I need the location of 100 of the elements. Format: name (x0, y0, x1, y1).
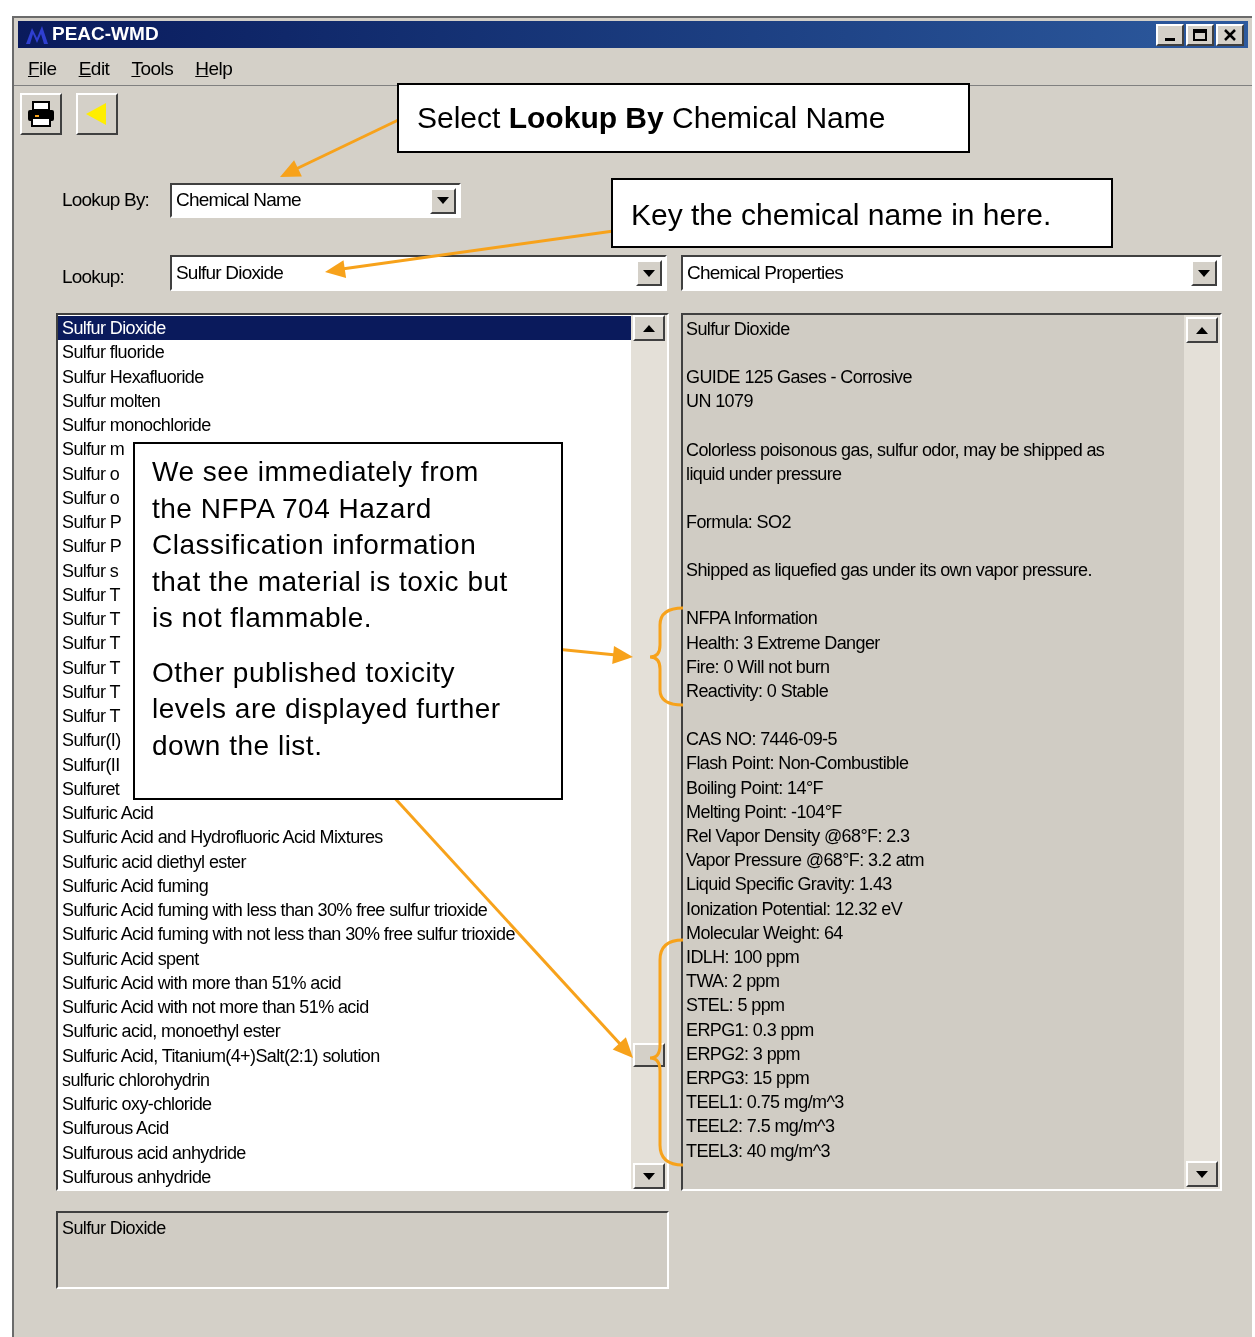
scroll-button[interactable] (1186, 317, 1218, 343)
print-button[interactable] (20, 93, 62, 135)
list-item[interactable]: Sulfur T (58, 679, 120, 704)
property-text: Molecular Weight: 64 (686, 921, 844, 945)
list-item[interactable]: Sulfurous acid anhydride (58, 1140, 246, 1165)
list-item[interactable]: Sulfuric Acid with not more than 51% acid (58, 995, 369, 1020)
lookup-by-label: Lookup By: (62, 188, 151, 213)
list-item[interactable]: Sulfur T (58, 607, 120, 632)
list-item[interactable]: Sulfur(II (58, 752, 120, 777)
maximize-icon (1193, 28, 1207, 41)
down-arrow-icon (1196, 1170, 1208, 1178)
scroll-button[interactable] (1186, 1161, 1218, 1187)
logo-icon (26, 25, 48, 44)
list-item[interactable]: Sulfuric Acid fuming with less than 30% free sulfur trioxide (58, 898, 488, 923)
scrollbar[interactable] (1184, 315, 1220, 1189)
callout-text: Key the chemical name in here. (631, 197, 1053, 233)
list-item[interactable]: Sulfur o (58, 461, 120, 486)
menu-item[interactable]: Help (195, 55, 233, 84)
back-button[interactable] (76, 93, 118, 135)
dropdown-button[interactable] (430, 187, 456, 214)
property-text: Fire: 0 Will not burn (686, 655, 831, 679)
property-text: Vapor Pressure @68°F: 3.2 atm (686, 849, 925, 873)
window-title: PEAC-WMD (52, 22, 159, 47)
down-arrow-icon (643, 1172, 655, 1180)
property-text: TWA: 2 ppm (686, 970, 781, 994)
close-button[interactable] (1216, 23, 1244, 46)
list-item[interactable]: Sulfuret (58, 776, 120, 801)
list-item[interactable]: Sulfur s (58, 558, 119, 583)
lookup-by-select[interactable]: Chemical Name (170, 183, 461, 218)
property-text: Formula: SO2 (686, 511, 792, 534)
scroll-button[interactable] (633, 1163, 665, 1189)
menu-item[interactable]: Edit (78, 55, 110, 84)
lookup-label: Lookup: (62, 264, 125, 289)
list-item[interactable]: Sulfur T (58, 704, 120, 729)
callout-text: We see immediately from the NFPA 704 Hazard Classification information that the material is toxic but is not flammable. (152, 455, 509, 635)
view-select[interactable]: Chemical Properties (681, 255, 1222, 291)
property-text: GUIDE 125 Gases - Corrosive (686, 366, 913, 390)
caret-icon (1198, 269, 1210, 277)
list-item[interactable]: Sulfuric Acid with more than 51% acid (58, 970, 341, 995)
minimize-button[interactable] (1156, 23, 1184, 46)
property-text: ERPG1: 0.3 ppm (686, 1018, 815, 1042)
left-arrow-icon (86, 103, 108, 125)
property-text: UN 1079 (686, 390, 754, 414)
list-item[interactable]: Sulfuric Acid fuming (58, 873, 209, 898)
scrollbar[interactable] (631, 315, 667, 1189)
list-item[interactable]: Sulfuric oxy-chloride (58, 1092, 212, 1117)
property-text: Boiling Point: 14°F (686, 776, 824, 800)
property-text: ERPG3: 15 ppm (686, 1067, 811, 1091)
list-item[interactable]: sulfuric chlorohydrin (58, 1067, 210, 1092)
menu-item[interactable]: File (28, 55, 57, 84)
property-text: NFPA Information (686, 607, 819, 631)
list-item[interactable]: Sulfuric Acid fuming with not less than 30% free sulfur trioxide (58, 922, 515, 947)
list-item[interactable]: Sulfur T (58, 655, 120, 680)
property-text: TEEL2: 7.5 mg/m^3 (686, 1115, 836, 1139)
list-item[interactable]: Sulfurous anhydride (58, 1164, 211, 1189)
property-text: TEEL1: 0.75 mg/m^3 (686, 1091, 845, 1115)
property-text: Ionization Potential: 12.32 eV (686, 897, 904, 921)
list-item[interactable]: Sulfur Hexafluoride (58, 364, 204, 389)
list-item[interactable]: Sulfuric Acid (58, 801, 154, 826)
property-text: STEL: 5 ppm (686, 994, 786, 1018)
selection-box: Sulfur Dioxide (56, 1211, 669, 1289)
list-item[interactable]: Sulfuric Acid, Titanium(4+)Salt(2:1) solution (58, 1043, 380, 1068)
up-arrow-icon (1196, 326, 1208, 334)
scroll-button[interactable] (633, 315, 665, 341)
list-item[interactable]: Sulfuric acid, monoethyl ester (58, 1019, 281, 1044)
list-item[interactable]: Sulfuric Acid and Hydrofluoric Acid Mixtures (58, 825, 383, 850)
list-item[interactable]: Sulfur P (58, 510, 122, 535)
property-text: Reactivity: 0 Stable (686, 680, 830, 704)
lookup-combobox[interactable]: Sulfur Dioxide (170, 255, 667, 291)
property-text: TEEL3: 40 mg/m^3 (686, 1139, 831, 1163)
list-item[interactable]: Sulfur molten (58, 388, 161, 413)
property-text: Sulfur Dioxide (686, 318, 791, 341)
dropdown-button[interactable] (636, 260, 662, 286)
property-text: ERPG2: 3 ppm (686, 1042, 801, 1066)
menu-item[interactable]: Tools (131, 55, 174, 84)
up-arrow-icon (643, 324, 655, 332)
callout-text: Other published toxicity levels are displayed further down the list. (152, 655, 502, 763)
callout-text: Select Lookup By Chemical Name (417, 100, 887, 136)
property-text: Health: 3 Extreme Danger (686, 631, 881, 655)
property-text: Liquid Specific Gravity: 1.43 (686, 873, 893, 897)
list-item[interactable]: Sulfur P (58, 534, 122, 559)
list-item[interactable]: Sulfur(I) (58, 728, 121, 753)
list-item[interactable]: Sulfur o (58, 485, 120, 510)
property-text: Flash Point: Non-Combustible (686, 752, 910, 776)
printer-icon (26, 101, 56, 127)
property-text: Rel Vapor Density @68°F: 2.3 (686, 825, 911, 849)
list-item[interactable]: Sulfurous Acid (58, 1116, 169, 1141)
list-item[interactable]: Sulfuric acid diethyl ester (58, 849, 246, 874)
list-item[interactable]: Sulfur fluoride (58, 340, 165, 365)
list-item[interactable]: Sulfur T (58, 631, 120, 656)
list-item[interactable]: Sulfur monochloride (58, 413, 211, 438)
minimize-icon (1165, 37, 1175, 41)
maximize-button[interactable] (1186, 23, 1214, 46)
dropdown-button[interactable] (1191, 260, 1217, 286)
list-item[interactable]: Sulfur Dioxide (58, 316, 631, 341)
property-text: Shipped as liquefied gas under its own vapor pressure. (686, 559, 1093, 583)
list-item[interactable]: Sulfur m (58, 437, 125, 462)
list-item[interactable]: Sulfuric Acid spent (58, 946, 199, 971)
list-item[interactable]: Sulfur T (58, 582, 120, 607)
property-text: Colorless poisonous gas, sulfur odor, may be shipped as liquid under pressure (686, 438, 1106, 486)
